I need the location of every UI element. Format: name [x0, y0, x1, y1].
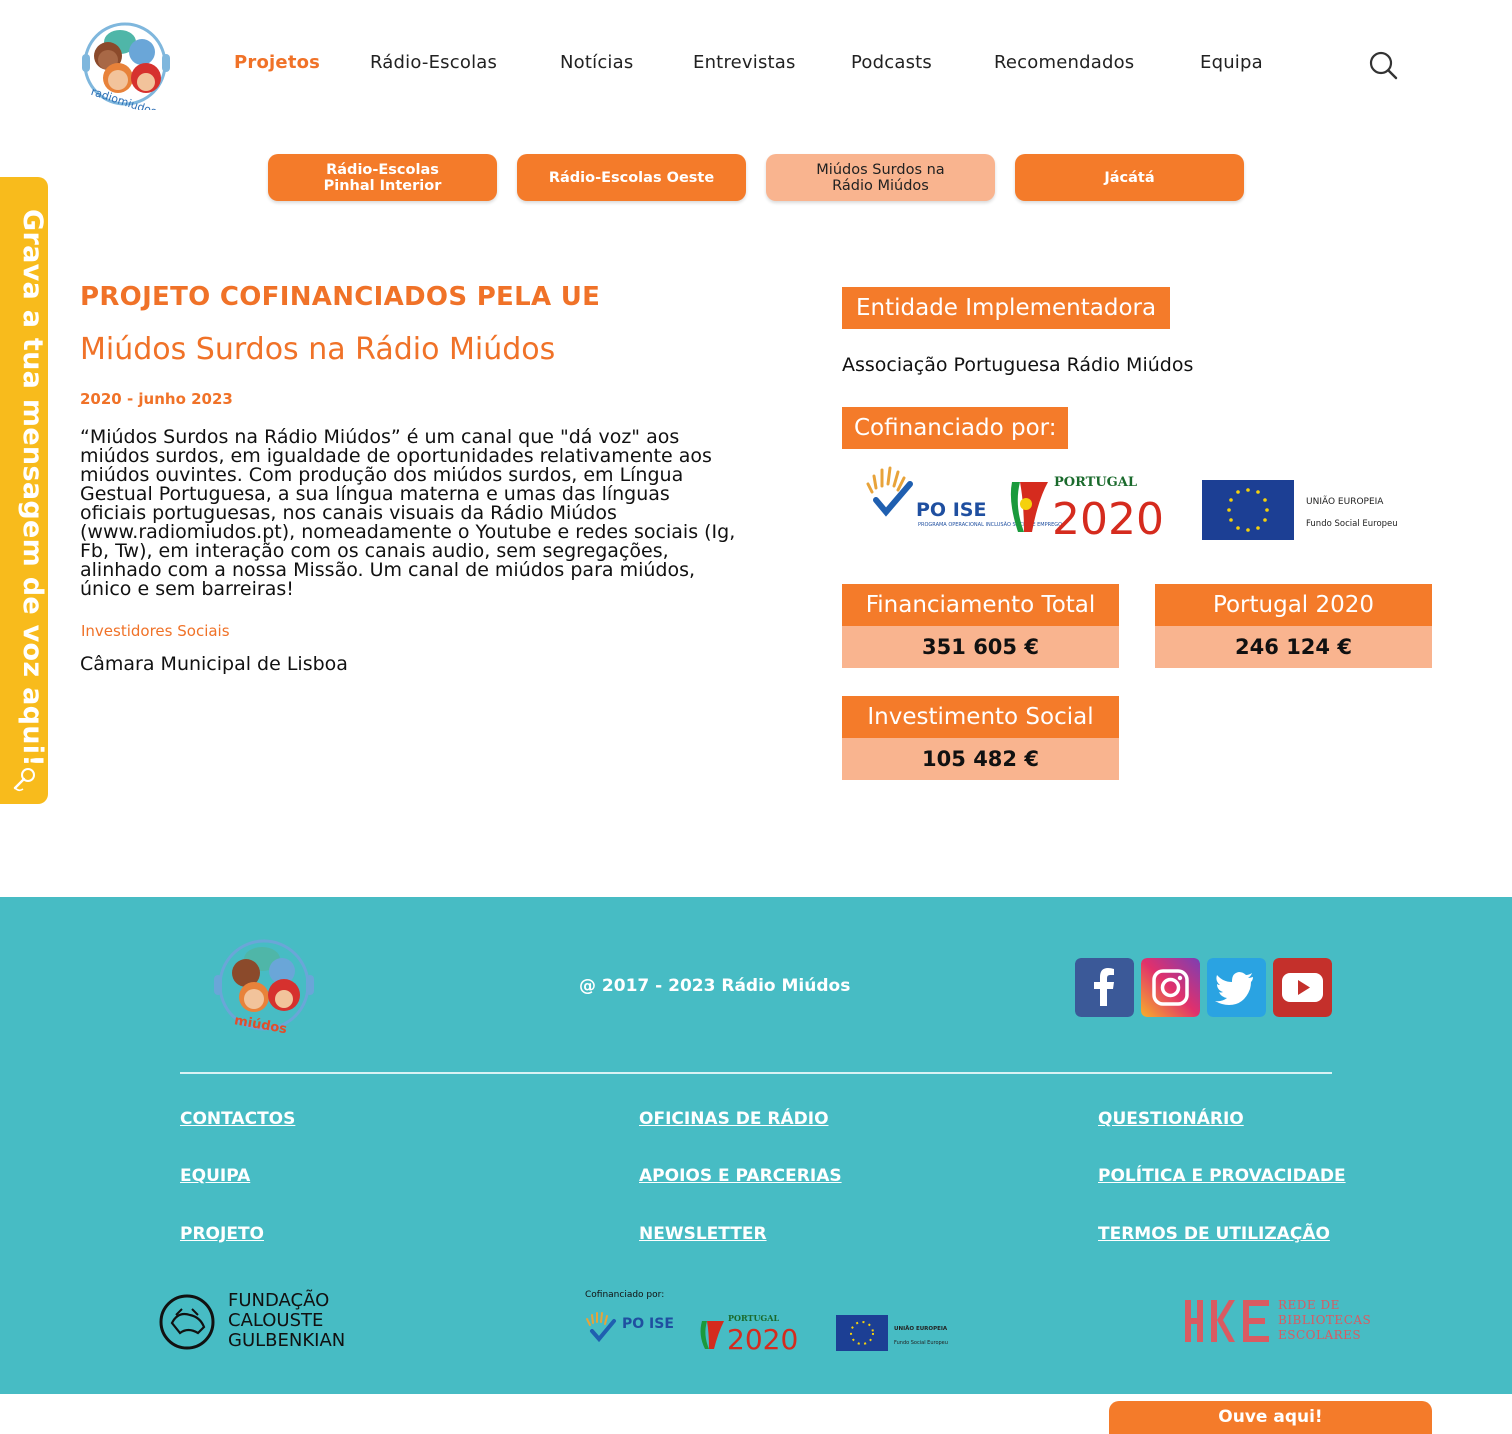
nav-entrevistas[interactable]: Entrevistas: [693, 52, 796, 73]
youtube-icon[interactable]: [1273, 958, 1332, 1017]
gulbenkian-logo[interactable]: FUNDAÇÃO CALOUSTE GULBENKIAN: [158, 1291, 358, 1351]
footer-divider: [180, 1072, 1332, 1074]
card-investimento-social: Investimento Social 105 482 €: [842, 696, 1119, 780]
card-title: Investimento Social: [842, 696, 1119, 738]
cofinancing-logos: PO ISE PROGRAMA OPERACIONAL INCLUSÃO SOC…: [866, 466, 1398, 544]
footer: miúdos @ 2017 - 2023 Rádio Miúdos CONTAC…: [0, 897, 1512, 1394]
eu-flag-logo: UNIÃO EUROPEIA Fundo Social Europeu: [1202, 480, 1398, 540]
link-politica-privacidade[interactable]: POLÍTICA E PROVACIDADE: [1098, 1166, 1346, 1186]
rbe-emblem: [1185, 1300, 1269, 1342]
footer-poise-text: PO ISE: [622, 1316, 674, 1332]
link-projeto[interactable]: PROJETO: [180, 1224, 264, 1244]
footer-pt-big: 2020: [727, 1323, 798, 1353]
rbe-line: ESCOLARES: [1278, 1328, 1362, 1342]
facebook-icon[interactable]: [1075, 958, 1134, 1017]
eu-title: UNIÃO EUROPEIA: [1306, 496, 1384, 507]
subtab-pinhal-interior[interactable]: Rádio-Escolas Pinhal Interior: [268, 154, 497, 201]
poise-sub: PROGRAMA OPERACIONAL INCLUSÃO SOCIAL E E…: [918, 521, 1062, 528]
card-financiamento-total: Financiamento Total 351 605 €: [842, 584, 1119, 668]
nav-noticias[interactable]: Notícias: [560, 52, 633, 73]
link-contactos[interactable]: CONTACTOS: [180, 1109, 295, 1129]
poise-text: PO ISE: [916, 499, 986, 521]
footer-pt-small: PORTUGAL: [728, 1313, 779, 1323]
microphone-icon: [13, 768, 35, 792]
rbe-text: REDE DE BIBLIOTECAS ESCOLARES: [1278, 1298, 1371, 1343]
card-title: Financiamento Total: [842, 584, 1119, 626]
subtab-miudos-surdos[interactable]: Miúdos Surdos na Rádio Miúdos: [766, 154, 995, 201]
investors-value: Câmara Municipal de Lisboa: [80, 653, 348, 675]
radiomiudos-logo[interactable]: radiomiudos.pt: [80, 20, 172, 110]
card-value: 351 605 €: [842, 626, 1119, 668]
rbe-logo[interactable]: REDE DE BIBLIOTECAS ESCOLARES: [1185, 1297, 1375, 1345]
nav-projetos[interactable]: Projetos: [234, 52, 320, 73]
project-description: “Miúdos Surdos na Rádio Miúdos” é um can…: [80, 426, 736, 600]
card-title: Portugal 2020: [1155, 584, 1432, 626]
gulbenkian-emblem: [159, 1294, 215, 1350]
gulbenkian-text: FUNDAÇÃO CALOUSTE GULBENKIAN: [228, 1291, 345, 1351]
twitter-icon[interactable]: [1207, 958, 1266, 1017]
nav-podcasts[interactable]: Podcasts: [851, 52, 932, 73]
card-value: 105 482 €: [842, 738, 1119, 780]
link-equipa[interactable]: EQUIPA: [180, 1166, 250, 1186]
subtab-label: Miúdos Surdos na Rádio Miúdos: [816, 161, 945, 194]
footer-logo-text: miúdos: [233, 1013, 288, 1033]
footer-cofinancing-logos: PO ISE PORTUGAL 2020 UNIÃO EUROPEIA Fund…: [586, 1312, 948, 1353]
cofin-label: Cofinanciado por:: [842, 407, 1069, 449]
subtab-oeste[interactable]: Rádio-Escolas Oeste: [517, 154, 746, 201]
instagram-icon[interactable]: [1141, 958, 1200, 1017]
card-portugal-2020: Portugal 2020 246 124 €: [1155, 584, 1432, 668]
link-oficinas-de-radio[interactable]: OFICINAS DE RÁDIO: [639, 1109, 829, 1129]
subtab-label: Jácátá: [1104, 169, 1155, 186]
footer-logo[interactable]: miúdos: [212, 937, 316, 1033]
nav-equipa[interactable]: Equipa: [1200, 52, 1263, 73]
card-value: 246 124 €: [1155, 626, 1432, 668]
pt2020-small: PORTUGAL: [1054, 475, 1137, 490]
gulbenkian-line: GULBENKIAN: [228, 1330, 346, 1351]
link-newsletter[interactable]: NEWSLETTER: [639, 1224, 767, 1244]
voice-message-tab[interactable]: Grava a tua mensagem de voz aqui!: [0, 177, 48, 804]
footer-eu-sub: Fundo Social Europeu: [894, 1340, 948, 1346]
link-apoios-e-parcerias[interactable]: APOIOS E PARCERIAS: [639, 1166, 842, 1186]
search-icon[interactable]: [1368, 50, 1398, 80]
project-heading: PROJETO COFINANCIADOS PELA UE: [80, 282, 601, 312]
project-title: Miúdos Surdos na Rádio Miúdos: [80, 332, 556, 367]
gulbenkian-line: FUNDAÇÃO: [228, 1290, 330, 1311]
entity-label: Entidade Implementadora: [842, 287, 1171, 329]
subtab-jacata[interactable]: Jácátá: [1015, 154, 1244, 201]
nav-recomendados[interactable]: Recomendados: [994, 52, 1134, 73]
link-questionario[interactable]: QUESTIONÁRIO: [1098, 1109, 1244, 1129]
rbe-line: BIBLIOTECAS: [1278, 1313, 1372, 1327]
rbe-line: REDE DE: [1278, 1298, 1340, 1312]
footer-eu-title: UNIÃO EUROPEIA: [894, 1325, 948, 1332]
gulbenkian-line: CALOUSTE: [228, 1310, 324, 1331]
subtab-label: Rádio-Escolas Oeste: [548, 169, 715, 186]
page: radiomiudos.pt Projetos Rádio-Escolas No…: [0, 0, 1512, 1434]
footer-cofin-label: Cofinanciado por:: [585, 1290, 665, 1300]
entity-value: Associação Portuguesa Rádio Miúdos: [842, 354, 1194, 376]
project-dates: 2020 - junho 2023: [80, 390, 233, 408]
portugal2020-logo: PORTUGAL 2020: [1010, 475, 1164, 544]
investors-label: Investidores Sociais: [81, 622, 230, 640]
pt2020-big: 2020: [1052, 494, 1164, 544]
copyright: @ 2017 - 2023 Rádio Miúdos: [579, 976, 851, 996]
listen-here-button[interactable]: Ouve aqui!: [1109, 1401, 1432, 1434]
subtab-label: Rádio-Escolas Pinhal Interior: [323, 161, 442, 194]
link-termos-de-utilizacao[interactable]: TERMOS DE UTILIZAÇÃO: [1098, 1224, 1330, 1244]
eu-sub: Fundo Social Europeu: [1306, 519, 1398, 529]
nav-radio-escolas[interactable]: Rádio-Escolas: [370, 52, 497, 73]
voice-message-label: Grava a tua mensagem de voz aqui!: [17, 209, 48, 767]
